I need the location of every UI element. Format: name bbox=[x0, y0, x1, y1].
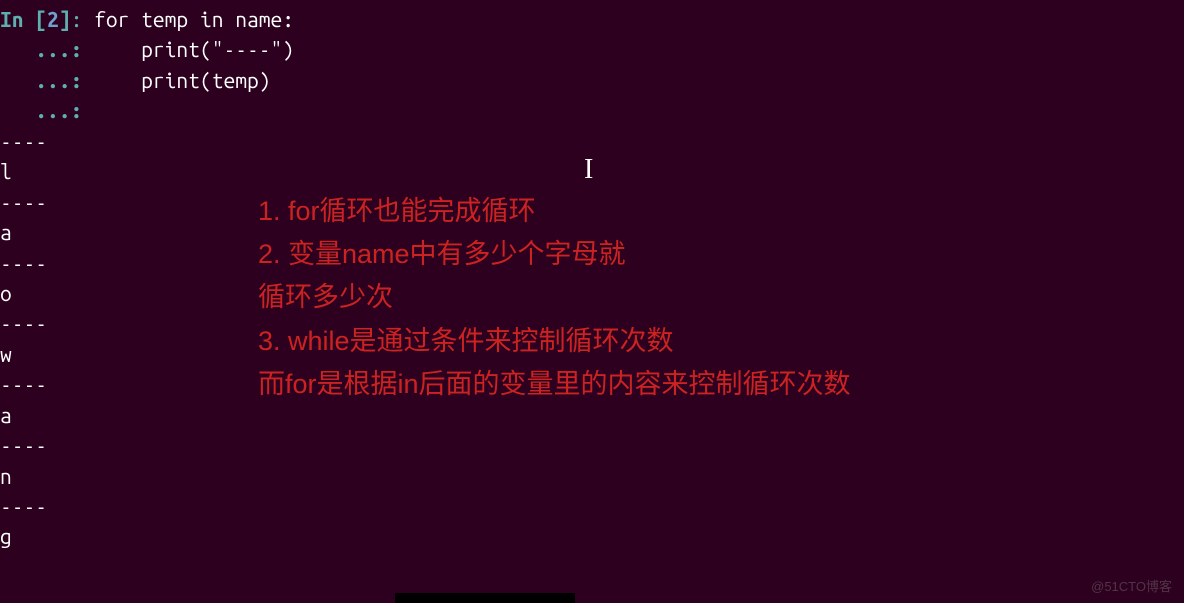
continuation-prompt: ...: bbox=[0, 37, 94, 61]
code-line-1: In [2]: for temp in name: bbox=[0, 4, 1184, 34]
annotation-line-2: 2. 变量name中有多少个字母就 bbox=[258, 233, 851, 276]
bottom-dark-bar bbox=[395, 593, 575, 603]
continuation-prompt: ...: bbox=[0, 68, 94, 92]
code-line-3: ...: print(temp) bbox=[0, 65, 1184, 95]
output-line: ---- bbox=[0, 491, 1184, 521]
text-cursor-icon: I bbox=[584, 150, 593, 191]
prompt-bracket-close: ] bbox=[59, 7, 71, 31]
code-text-1: for temp in name: bbox=[94, 7, 294, 31]
code-text-3: print(temp) bbox=[94, 68, 270, 92]
prompt-colon: : bbox=[71, 7, 95, 31]
annotation-line-3: 循环多少次 bbox=[258, 276, 851, 319]
prompt-number: 2 bbox=[47, 7, 59, 31]
annotation-line-1: 1. for循环也能完成循环 bbox=[258, 190, 851, 233]
output-line: ---- bbox=[0, 430, 1184, 460]
watermark-text: @51CTO博客 bbox=[1091, 578, 1172, 597]
code-line-4: ...: bbox=[0, 95, 1184, 125]
continuation-prompt: ...: bbox=[0, 98, 94, 122]
prompt-bracket-open: [ bbox=[35, 7, 47, 31]
annotation-line-4: 3. while是通过条件来控制循环次数 bbox=[258, 320, 851, 363]
annotation-overlay: 1. for循环也能完成循环 2. 变量name中有多少个字母就 循环多少次 3… bbox=[258, 190, 851, 406]
annotation-line-5: 而for是根据in后面的变量里的内容来控制循环次数 bbox=[258, 363, 851, 406]
code-line-2: ...: print("----") bbox=[0, 34, 1184, 64]
code-text-2: print("----") bbox=[94, 37, 294, 61]
output-line: g bbox=[0, 521, 1184, 551]
output-line: n bbox=[0, 461, 1184, 491]
prompt-in-label: In bbox=[0, 7, 35, 31]
